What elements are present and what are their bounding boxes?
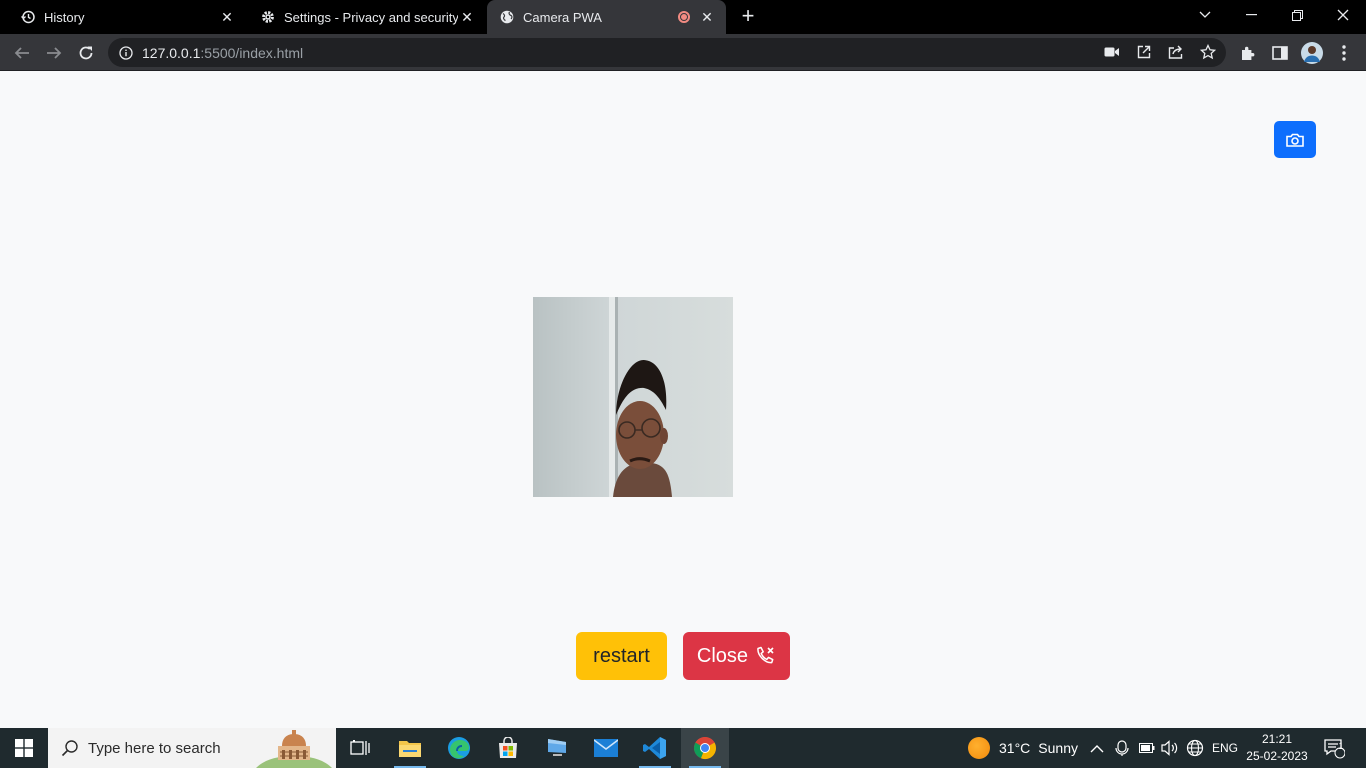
battery-icon[interactable] (1139, 728, 1155, 768)
tab-camera-pwa[interactable]: Camera PWA ✕ (487, 0, 726, 34)
folder-icon (399, 741, 421, 757)
browser-tabstrip: History ✕ Settings - Privacy and securit… (0, 0, 1366, 34)
url-text[interactable]: 127.0.0.1:5500/index.html (142, 45, 303, 61)
browser-toolbar: 127.0.0.1:5500/index.html (0, 34, 1366, 71)
search-icon (60, 738, 80, 758)
weather-condition: Sunny (1038, 740, 1078, 756)
store-icon (499, 737, 517, 758)
tab-search-icon[interactable] (1182, 0, 1228, 30)
search-placeholder: Type here to search (88, 739, 221, 757)
webcam-frame (533, 297, 733, 497)
close-window-icon[interactable] (1320, 0, 1366, 30)
mail-icon (594, 739, 618, 757)
clock-time: 21:21 (1261, 732, 1293, 746)
chevron-up-icon (1090, 744, 1104, 752)
windows-logo-icon (15, 739, 33, 757)
history-icon (20, 9, 36, 25)
tab-history[interactable]: History ✕ (0, 0, 246, 34)
url-host: 127.0.0.1 (142, 44, 201, 61)
edge-icon (448, 737, 470, 759)
close-button[interactable]: Close (683, 632, 790, 680)
close-icon[interactable]: ✕ (458, 8, 476, 26)
remote-desktop-button[interactable] (533, 728, 581, 768)
share-icon[interactable] (1164, 40, 1188, 64)
capture-photo-button[interactable] (1274, 121, 1316, 158)
task-view-icon (350, 740, 370, 755)
meet-now-icon[interactable] (1115, 728, 1129, 768)
url-path: :5500/index.html (200, 44, 304, 61)
windows-taskbar: Type here to search 31°C Sunny ENG 21:21… (0, 728, 1366, 768)
notification-count: 1 (1338, 741, 1344, 751)
restart-button[interactable]: restart (576, 632, 667, 680)
menu-kebab-icon[interactable] (1330, 39, 1358, 67)
reload-button[interactable] (72, 39, 100, 67)
edge-browser-button[interactable] (435, 728, 483, 768)
gear-icon (260, 9, 276, 25)
address-bar[interactable]: 127.0.0.1:5500/index.html (108, 38, 1226, 67)
microsoft-store-button[interactable] (484, 728, 532, 768)
file-explorer-button[interactable] (386, 728, 434, 768)
info-icon[interactable] (118, 45, 134, 61)
extensions-icon[interactable] (1234, 39, 1262, 67)
show-hidden-icons-button[interactable] (1090, 728, 1104, 768)
bookmark-star-icon[interactable] (1196, 40, 1220, 64)
computer-icon (548, 739, 566, 756)
task-view-button[interactable] (336, 728, 384, 768)
close-icon[interactable]: ✕ (218, 8, 236, 26)
new-tab-button[interactable]: + (735, 5, 761, 29)
sun-icon (968, 737, 990, 759)
weather-temperature: 31°C (999, 740, 1031, 756)
windows-start-button[interactable] (0, 728, 48, 768)
back-button[interactable] (8, 39, 36, 67)
globe-icon (499, 9, 515, 25)
notification-center-button[interactable]: 1 (1323, 728, 1345, 768)
network-globe-icon[interactable] (1186, 728, 1204, 768)
clock-date: 25-02-2023 (1246, 749, 1308, 763)
close-button-label: Close (696, 644, 749, 667)
vscode-button[interactable] (631, 728, 679, 768)
tab-settings[interactable]: Settings - Privacy and security ✕ (246, 0, 486, 34)
search-highlight-illustration (256, 730, 332, 768)
input-language[interactable]: ENG (1212, 728, 1238, 768)
tab-title: Settings - Privacy and security (284, 9, 458, 25)
restore-icon[interactable] (1274, 0, 1320, 30)
camera-in-use-icon[interactable] (1100, 40, 1124, 64)
profile-avatar[interactable] (1298, 39, 1326, 67)
side-panel-icon[interactable] (1266, 39, 1294, 67)
taskbar-search-box[interactable]: Type here to search (48, 728, 336, 768)
page-content: restart Close (0, 71, 1366, 728)
open-in-app-icon[interactable] (1132, 40, 1156, 64)
tab-title: History (44, 9, 85, 25)
weather-widget[interactable]: 31°C Sunny (968, 728, 1078, 768)
end-call-icon (757, 646, 774, 664)
system-clock[interactable]: 21:21 25-02-2023 (1240, 731, 1314, 765)
minimize-icon[interactable] (1228, 0, 1274, 30)
chrome-icon (693, 737, 717, 760)
forward-button[interactable] (40, 39, 68, 67)
mail-button[interactable] (582, 728, 630, 768)
tab-title: Camera PWA (523, 9, 602, 25)
close-icon[interactable]: ✕ (698, 8, 716, 26)
volume-icon[interactable] (1161, 728, 1179, 768)
recording-icon (678, 11, 690, 23)
language-label: ENG (1212, 741, 1239, 755)
vscode-icon (643, 737, 666, 759)
chrome-button[interactable] (681, 728, 729, 768)
camera-video-feed (533, 297, 733, 497)
camera-icon (1286, 133, 1304, 147)
